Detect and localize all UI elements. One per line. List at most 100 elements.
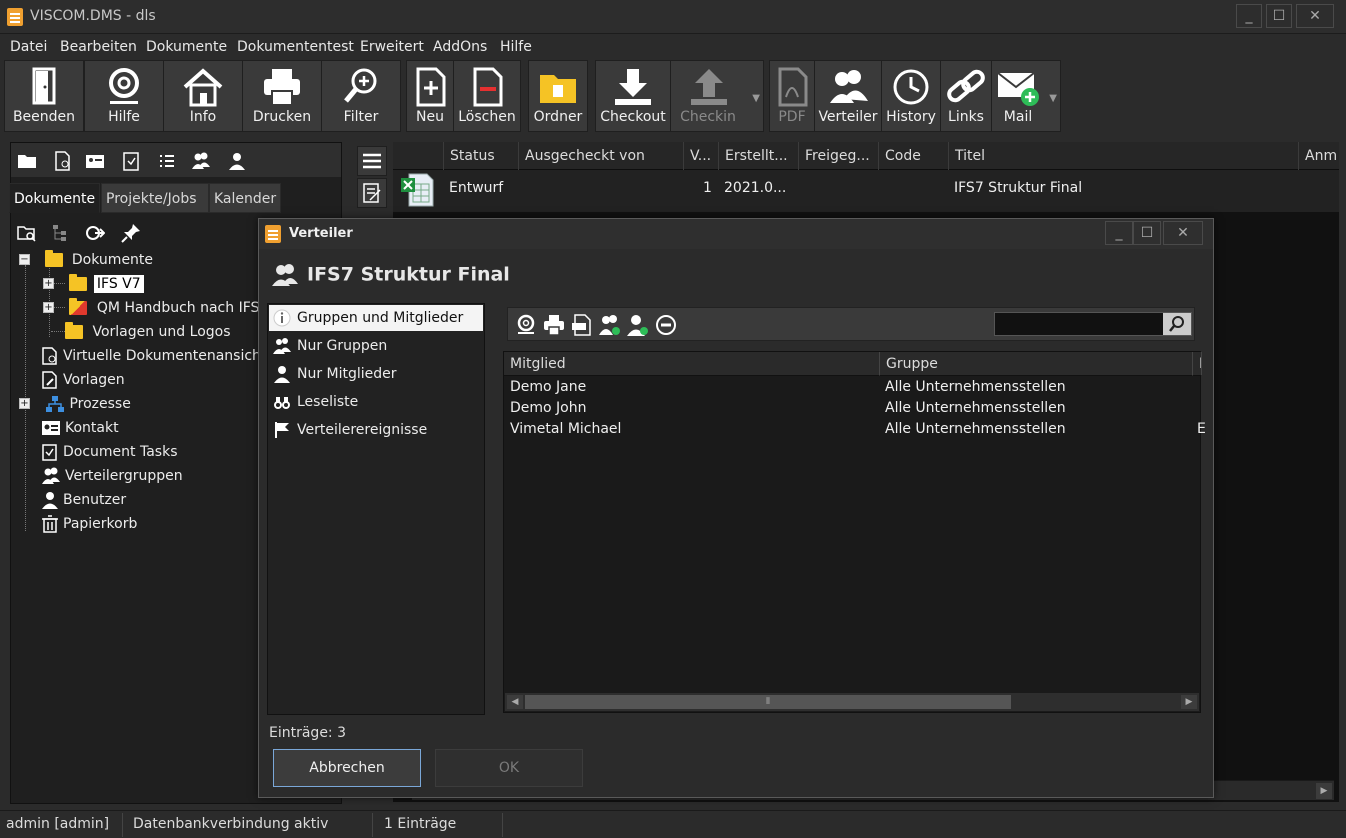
close-button[interactable]: ✕ [1296,4,1334,28]
tree-item-benutzer[interactable]: Benutzer [41,489,126,511]
nav-verteilerereignisse[interactable]: Verteilerereignisse [269,417,483,443]
dialog-maximize-button[interactable]: ☐ [1133,221,1161,245]
task-icon[interactable] [121,151,141,171]
tree-item-dokumente[interactable]: − Dokumente [19,249,153,271]
users-settings-icon[interactable] [598,313,622,337]
menu-datei[interactable]: Datei [10,39,47,55]
col-version[interactable]: V... [683,142,719,170]
lifebuoy-icon[interactable] [514,313,538,337]
expand-icon[interactable]: + [43,278,54,289]
maximize-button[interactable]: ☐ [1266,4,1292,28]
nav-leseliste[interactable]: Leseliste [269,389,483,415]
mail-button[interactable]: Mail ▼ [991,60,1061,132]
links-button[interactable]: Links [940,60,992,132]
minimize-button[interactable]: _ [1236,4,1262,28]
list-icon[interactable] [157,151,177,171]
folder-search-icon[interactable] [17,223,37,243]
menu-hilfe[interactable]: Hilfe [500,39,532,55]
checkin-button[interactable]: Checkin ▼ [670,60,764,132]
export-icon[interactable] [85,223,105,243]
cancel-button[interactable]: Abbrechen [273,749,421,787]
folder-icon[interactable] [17,151,37,171]
filter-button[interactable]: Filter [321,60,401,132]
scroll-left-icon[interactable]: ◀ [507,695,523,709]
dialog-minimize-button[interactable]: _ [1105,221,1133,245]
table-row[interactable]: Entwurf 1 2021.0... IFS7 Struktur Final [393,170,1339,212]
menu-lines-button[interactable] [357,146,387,176]
neu-button[interactable]: Neu [406,60,454,132]
tree-item-vorlagen[interactable]: Vorlagen [41,369,125,391]
app-icon [7,8,23,26]
col-mitglied[interactable]: Mitglied [504,352,880,376]
menu-addons[interactable]: AddOns [433,39,487,55]
verteiler-button[interactable]: Verteiler [814,60,882,132]
col-freigegeben[interactable]: Freigeg... [798,142,878,170]
col-titel[interactable]: Titel [948,142,1298,170]
scroll-thumb[interactable]: ⦀ [525,695,1011,709]
tree-item-kontakt[interactable]: Kontakt [41,417,119,439]
col-erstellt[interactable]: Erstellt... [718,142,798,170]
nav-nur-gruppen[interactable]: Nur Gruppen [269,333,483,359]
tree-structure-icon[interactable] [51,223,71,243]
table-row[interactable]: Demo John Alle Unternehmensstellen [504,398,1202,419]
checkout-button[interactable]: Checkout [595,60,671,132]
tab-projekte-jobs[interactable]: Projekte/Jobs [101,183,209,213]
search-button[interactable] [1163,313,1191,335]
export-xls-icon[interactable] [570,313,594,337]
menu-bearbeiten[interactable]: Bearbeiten [60,39,137,55]
nav-nur-mitglieder[interactable]: Nur Mitglieder [269,361,483,387]
tree-item-ifs-v7[interactable]: + IFS V7 [43,273,144,295]
remove-icon[interactable] [654,313,678,337]
dialog-close-button[interactable]: ✕ [1163,221,1203,245]
col-code[interactable]: Code [878,142,948,170]
tree-item-document-tasks[interactable]: Document Tasks [41,441,178,463]
collapse-icon[interactable]: − [19,254,30,265]
table-row[interactable]: Vimetal Michael Alle Unternehmensstellen… [504,419,1206,440]
user-icon[interactable] [227,151,247,171]
users-icon[interactable] [191,151,211,171]
menu-dokumente[interactable]: Dokumente [146,39,227,55]
table-row[interactable]: Demo Jane Alle Unternehmensstellen [504,377,1202,398]
col-anmerkung[interactable]: Anm [1298,142,1339,170]
menu-dokumententest[interactable]: Dokumententest [237,39,354,55]
tree-item-papierkorb[interactable]: Papierkorb [41,513,137,535]
menu-erweitert[interactable]: Erweitert [360,39,424,55]
scroll-right-icon[interactable]: ▶ [1181,695,1197,709]
drucken-button[interactable]: Drucken [242,60,322,132]
info-button[interactable]: Info [163,60,243,132]
loeschen-button[interactable]: Löschen [453,60,521,132]
tree-item-qm-handbuch[interactable]: + QM Handbuch nach IFS [43,297,259,319]
home-icon [183,68,223,107]
ordner-button[interactable]: Ordner [528,60,588,132]
tree-item-virtuelle[interactable]: Virtuelle Dokumentenansich [41,345,261,367]
search-input[interactable] [994,312,1192,336]
col-extra[interactable]: I [1193,352,1202,376]
scroll-right-icon[interactable]: ▶ [1316,783,1332,799]
tab-dokumente[interactable]: Dokumente [9,183,100,213]
chevron-down-icon[interactable]: ▼ [752,93,760,104]
beenden-button[interactable]: Beenden [4,60,84,132]
pin-icon[interactable] [121,223,141,243]
edit-document-button[interactable] [357,178,387,208]
tab-kalender[interactable]: Kalender [209,183,281,213]
users-icon [830,70,868,103]
hilfe-button[interactable]: Hilfe [84,60,164,132]
contact-card-icon[interactable] [85,151,105,171]
document-search-icon[interactable] [53,151,73,171]
tree-item-prozesse[interactable]: + Prozesse [19,393,131,415]
ok-button[interactable]: OK [435,749,583,787]
printer-icon[interactable] [542,313,566,337]
history-button[interactable]: History [881,60,941,132]
col-gruppe[interactable]: Gruppe [880,352,1193,376]
tree-item-vorlagen-logos[interactable]: Vorlagen und Logos [65,321,231,343]
nav-gruppen-mitglieder[interactable]: Gruppen und Mitglieder [269,305,483,331]
expand-icon[interactable]: + [19,398,30,409]
col-status[interactable]: Status [443,142,519,170]
col-ausgecheckt[interactable]: Ausgecheckt von [518,142,684,170]
user-settings-icon[interactable] [626,313,650,337]
expand-icon[interactable]: + [43,302,54,313]
chevron-down-icon[interactable]: ▼ [1049,93,1057,104]
members-horizontal-scrollbar[interactable]: ◀ ⦀ ▶ [505,693,1199,711]
pdf-button[interactable]: PDF [769,60,815,132]
tree-item-verteilergruppen[interactable]: Verteilergruppen [41,465,183,487]
